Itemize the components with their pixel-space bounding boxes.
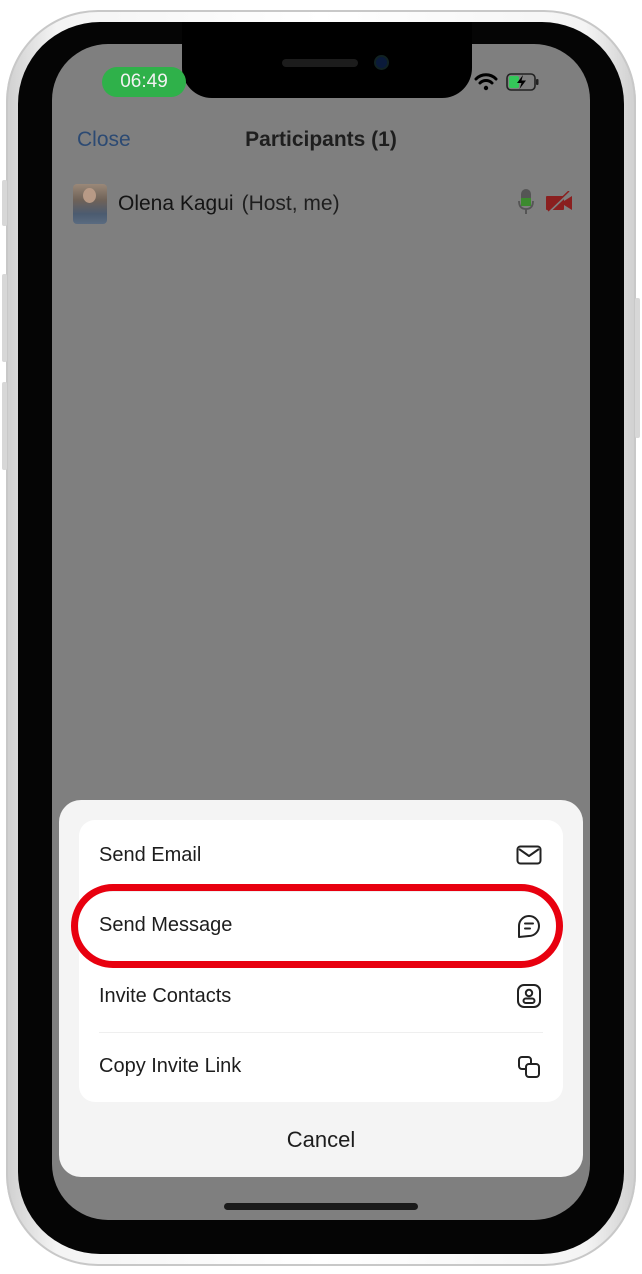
copy-icon (515, 1053, 543, 1081)
cancel-button[interactable]: Cancel (59, 1108, 583, 1172)
notch (182, 22, 472, 98)
status-icons (474, 70, 540, 98)
menu-item-label: Copy Invite Link (99, 1055, 242, 1078)
participant-status-icons (517, 188, 573, 221)
power-button (635, 298, 640, 438)
action-sheet: Send Email Send Message Invite Contacts (59, 800, 583, 1177)
menu-item-label: Send Email (99, 843, 202, 866)
microphone-icon[interactable] (517, 188, 535, 221)
participant-row[interactable]: Olena Kagui (Host, me) (73, 182, 573, 226)
page-title: Participants (1) (245, 128, 397, 151)
participant-name: Olena Kagui (118, 192, 234, 215)
video-off-icon[interactable] (545, 189, 573, 218)
action-menu: Send Email Send Message Invite Contacts (79, 820, 563, 1102)
copy-invite-link-item[interactable]: Copy Invite Link (79, 1031, 563, 1103)
menu-item-label: Invite Contacts (99, 984, 232, 1007)
participant-role: (Host, me) (241, 192, 340, 215)
home-indicator[interactable] (224, 1203, 418, 1210)
silent-switch (2, 180, 7, 226)
wifi-icon (474, 72, 498, 96)
front-camera (376, 57, 387, 68)
status-time[interactable]: 06:49 (102, 67, 186, 97)
invite-contacts-item[interactable]: Invite Contacts (79, 961, 563, 1032)
speaker-grille (282, 59, 358, 67)
send-email-item[interactable]: Send Email (79, 820, 563, 891)
chat-bubble-icon (515, 912, 543, 940)
battery-charging-icon (506, 72, 540, 97)
menu-item-label: Send Message (99, 914, 233, 937)
envelope-icon (515, 841, 543, 869)
volume-up-button (2, 274, 7, 362)
contact-card-icon (515, 982, 543, 1010)
volume-down-button (2, 382, 7, 470)
avatar (73, 184, 107, 224)
send-message-item[interactable]: Send Message (79, 890, 563, 962)
